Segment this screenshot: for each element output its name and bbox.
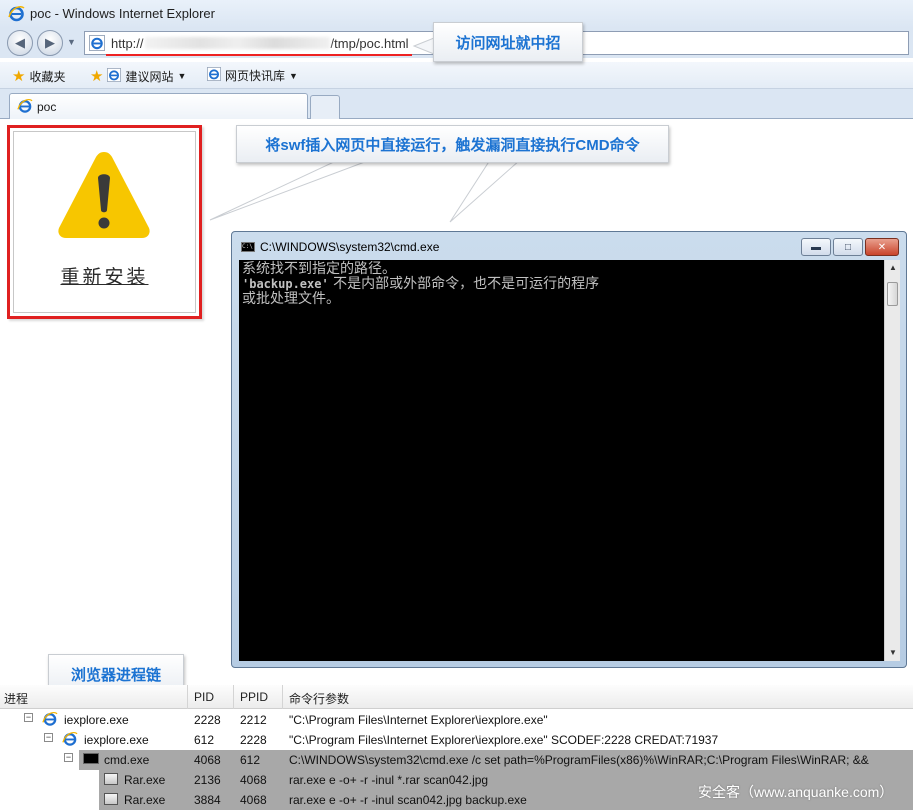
cmd-scrollbar[interactable]: ▲ ▼ (884, 260, 900, 661)
ie-logo-icon (62, 731, 78, 750)
column-cmdline[interactable]: 命令行参数 (289, 690, 349, 707)
maximize-button[interactable]: □ (833, 238, 863, 256)
cmd-titlebar[interactable]: C:\ C:\WINDOWS\system32\cmd.exe ▬ □ ✕ (232, 232, 906, 260)
collapse-icon[interactable]: − (24, 713, 33, 722)
collapse-icon[interactable]: − (64, 753, 73, 762)
column-pid[interactable]: PID (194, 690, 214, 704)
table-row[interactable]: − cmd.exe 4068 612 C:\WINDOWS\system32\c… (0, 750, 913, 770)
close-icon: ✕ (877, 241, 887, 253)
rar-icon (104, 773, 118, 785)
table-row[interactable]: − iexplore.exe 612 2228 "C:\Program File… (0, 730, 913, 750)
close-button[interactable]: ✕ (865, 238, 899, 256)
process-tree: 进程 PID PPID 命令行参数 − iexplore.exe 2228 22… (0, 685, 913, 811)
collapse-icon[interactable]: − (44, 733, 53, 742)
table-row[interactable]: − iexplore.exe 2228 2212 "C:\Program Fil… (0, 710, 913, 730)
console-line: 系统找不到指定的路径。 (242, 261, 396, 277)
column-ppid[interactable]: PPID (240, 690, 268, 704)
column-process[interactable]: 进程 (4, 690, 28, 707)
cmd-title: C:\WINDOWS\system32\cmd.exe (260, 240, 440, 254)
cmd-window[interactable]: C:\ C:\WINDOWS\system32\cmd.exe ▬ □ ✕ 系统… (231, 231, 907, 668)
scroll-thumb[interactable] (887, 282, 898, 306)
scroll-up-icon[interactable]: ▲ (885, 260, 901, 276)
rar-icon (104, 793, 118, 805)
console-icon: C:\ (241, 242, 255, 252)
callout-visit-url: 访问网址就中招 (433, 22, 583, 62)
minimize-icon: ▬ (811, 241, 821, 253)
console-line: 或批处理文件。 (242, 291, 340, 307)
watermark: 安全客（www.anquanke.com） (698, 784, 894, 800)
maximize-icon: □ (844, 241, 852, 253)
console-icon (83, 753, 99, 764)
minimize-button[interactable]: ▬ (801, 238, 831, 256)
scroll-down-icon[interactable]: ▼ (885, 645, 901, 661)
cmd-console-output[interactable]: 系统找不到指定的路径。 'backup.exe' 不是内部或外部命令，也不是可运… (239, 260, 884, 661)
callout-swf-exploit: 将swf插入网页中直接运行，触发漏洞直接执行CMD命令 (236, 125, 669, 163)
console-line: 'backup.exe' 不是内部或外部命令，也不是可运行的程序 (242, 276, 600, 292)
process-table-header: 进程 PID PPID 命令行参数 (0, 685, 913, 709)
ie-logo-icon (42, 711, 58, 730)
